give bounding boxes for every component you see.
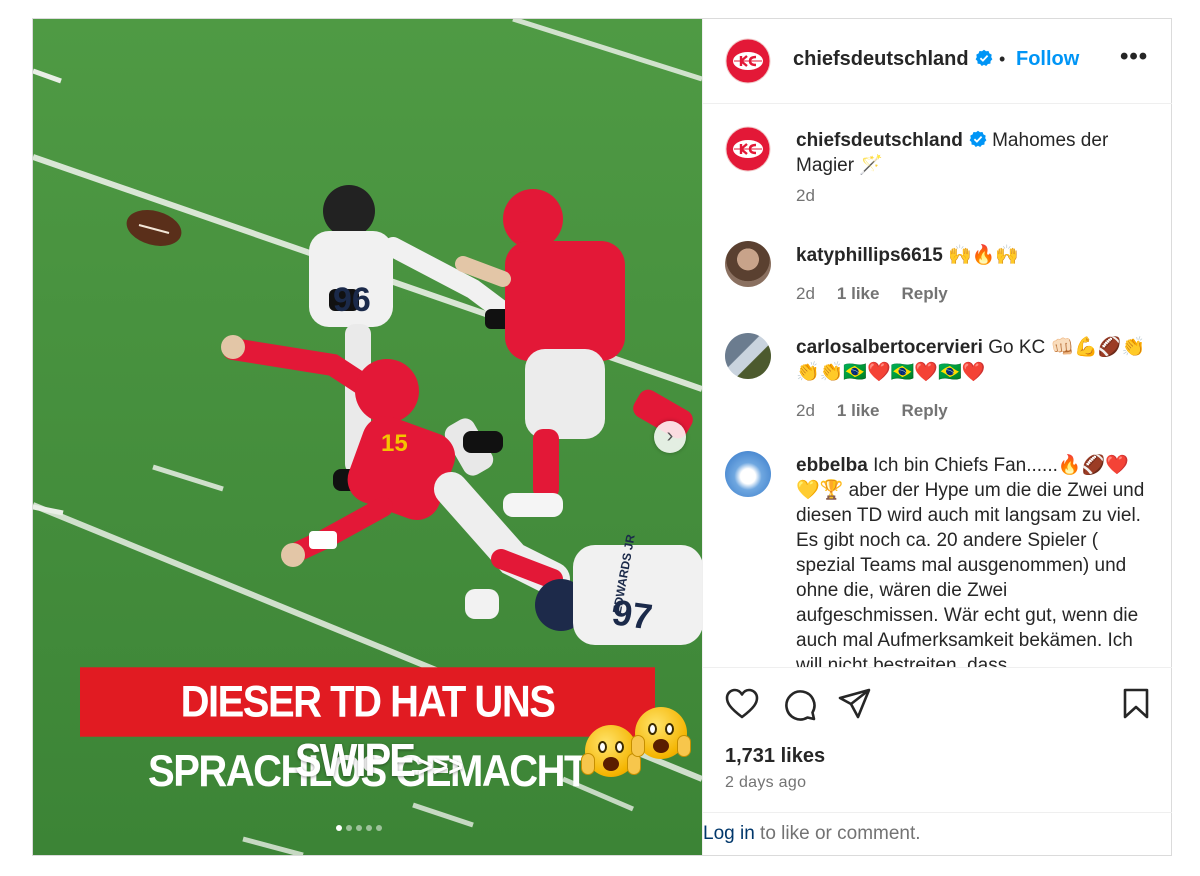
avatar[interactable]	[725, 333, 771, 379]
heart-icon[interactable]	[725, 688, 759, 720]
carousel-dot[interactable]	[346, 825, 352, 831]
bookmark-icon[interactable]	[1122, 688, 1150, 720]
comment-username[interactable]: carlosalbertocervieri	[796, 337, 983, 358]
screaming-face-icon	[581, 725, 641, 777]
post-actions: 1,731 likes 2 days ago	[703, 667, 1172, 812]
comment-age[interactable]: 2d	[796, 284, 815, 303]
headline-banner: DIESER TD HAT UNS SPRACHLOS GEMACHT	[80, 667, 655, 796]
carousel-dot[interactable]	[366, 825, 372, 831]
verified-badge-icon	[969, 130, 987, 147]
verified-badge-icon	[975, 49, 993, 66]
carousel-dot[interactable]	[336, 825, 342, 831]
carousel-dot[interactable]	[356, 825, 362, 831]
carousel-dot[interactable]	[376, 825, 382, 831]
comment-username[interactable]: ebbelba	[796, 455, 868, 476]
screaming-face-icon	[631, 707, 691, 759]
chiefs-logo-icon	[725, 38, 771, 84]
comment-body: carlosalbertocervieri Go KC 👊🏻💪🏈👏👏👏🇧🇷❤️🇧…	[796, 335, 1152, 385]
comment-text: Ich bin Chiefs Fan......🔥🏈❤️💛🏆 aber der …	[796, 455, 1145, 667]
header-username-wrap: chiefsdeutschland	[793, 48, 993, 71]
post-header: chiefsdeutschland • Follow •••	[703, 19, 1172, 104]
caption-body: chiefsdeutschland Mahomes der Magier 🪄	[796, 128, 1152, 178]
avatar[interactable]	[725, 126, 771, 172]
comment-icon[interactable]	[783, 688, 817, 722]
comment-age[interactable]: 2d	[796, 401, 815, 420]
login-prompt: Log in to like or comment.	[703, 812, 1172, 855]
jersey-number-front: 15	[381, 430, 408, 457]
follow-button[interactable]: Follow	[1016, 48, 1079, 71]
comment-meta: 2d 1 like Reply	[796, 284, 948, 304]
carousel-dots	[336, 825, 382, 831]
reply-button[interactable]: Reply	[901, 401, 947, 420]
avatar[interactable]	[725, 38, 771, 84]
comment-body: ebbelba Ich bin Chiefs Fan......🔥🏈❤️💛🏆 a…	[796, 453, 1152, 667]
avatar[interactable]	[725, 451, 771, 497]
chevron-right-icon[interactable]: ›	[654, 421, 686, 453]
post-timestamp[interactable]: 2 days ago	[725, 774, 806, 792]
header-separator: •	[999, 49, 1006, 69]
header-username[interactable]: chiefsdeutschland	[793, 48, 969, 70]
comment-meta: 2d 1 like Reply	[796, 401, 948, 421]
avatar[interactable]	[725, 241, 771, 287]
comment-age[interactable]: 2d	[796, 186, 815, 205]
post-media[interactable]: 96 15 97 EDWARDS JR DIESER TD HAT UNS SP…	[33, 19, 702, 855]
swipe-label: SWIPE	[295, 735, 416, 787]
chiefs-logo-icon	[725, 126, 771, 172]
comment-body: katyphillips6615 🙌🔥🙌	[796, 243, 1152, 268]
comments-list[interactable]: chiefsdeutschland Mahomes der Magier 🪄 2…	[703, 105, 1172, 667]
login-prompt-text: to like or comment.	[754, 823, 921, 844]
login-link[interactable]: Log in	[703, 823, 755, 844]
likes-count[interactable]: 1,731 likes	[725, 745, 825, 768]
instagram-post: 96 15 97 EDWARDS JR DIESER TD HAT UNS SP…	[32, 18, 1172, 856]
comment-likes[interactable]: 1 like	[837, 284, 880, 303]
more-options-icon[interactable]: •••	[1120, 43, 1148, 71]
swipe-arrows: >>>	[417, 748, 464, 783]
comment-text: 🙌🔥🙌	[948, 245, 1020, 266]
post-side-panel: chiefsdeutschland • Follow ••• chiefsdeu…	[702, 19, 1172, 855]
swipe-hint: SWIPE >>>	[295, 736, 463, 788]
comment-username[interactable]: katyphillips6615	[796, 245, 943, 266]
comment-username[interactable]: chiefsdeutschland	[796, 130, 963, 151]
jersey-number-back-left: 96	[333, 281, 371, 319]
share-icon[interactable]	[838, 688, 872, 720]
comment-likes[interactable]: 1 like	[837, 401, 880, 420]
comment-meta: 2d	[796, 186, 815, 206]
reply-button[interactable]: Reply	[901, 284, 947, 303]
